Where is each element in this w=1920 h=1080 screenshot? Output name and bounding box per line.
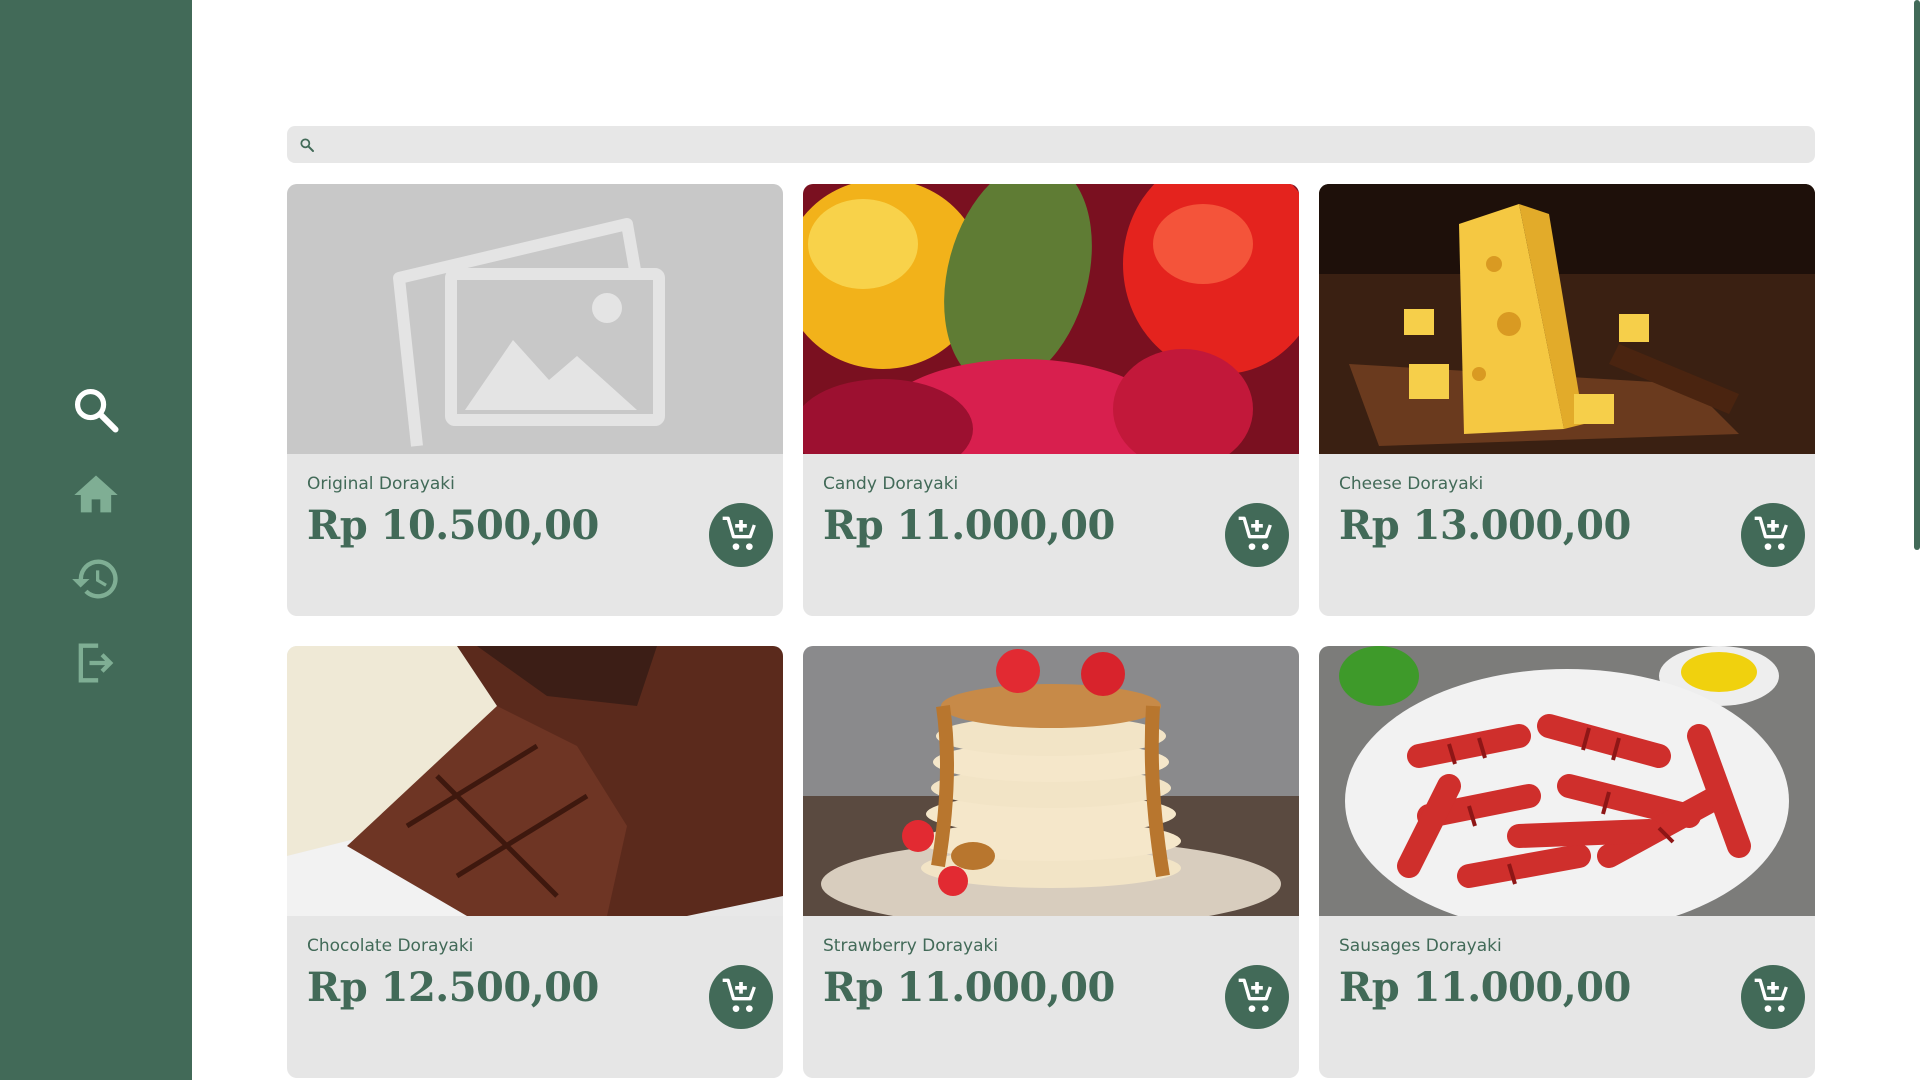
add-cart-icon [722, 516, 756, 550]
add-to-cart-button[interactable] [709, 503, 773, 567]
product-card[interactable]: Sausages Dorayaki Rp 11.000,00 [1319, 646, 1815, 1078]
sidebar-item-logout[interactable] [70, 637, 122, 689]
product-card[interactable]: Chocolate Dorayaki Rp 12.500,00 [287, 646, 783, 1078]
product-image [287, 646, 783, 916]
search-icon [74, 388, 119, 433]
add-to-cart-button[interactable] [1741, 503, 1805, 567]
logout-icon [78, 643, 114, 683]
add-to-cart-button[interactable] [1741, 965, 1805, 1029]
product-image [803, 646, 1299, 916]
history-icon [72, 559, 118, 599]
search-bar[interactable] [287, 126, 1815, 163]
product-price: Rp 11.000,00 [1339, 964, 1631, 1011]
sausages-photo [1319, 646, 1815, 916]
add-cart-icon [1754, 516, 1788, 550]
sidebar [0, 0, 192, 1080]
product-name: Sausages Dorayaki [1339, 936, 1502, 956]
product-price: Rp 13.000,00 [1339, 502, 1631, 549]
placeholder-image-icon [287, 184, 783, 454]
product-image [803, 184, 1299, 454]
cheese-photo [1319, 184, 1815, 454]
product-name: Strawberry Dorayaki [823, 936, 999, 956]
product-name: Candy Dorayaki [823, 474, 959, 494]
product-card[interactable]: Cheese Dorayaki Rp 13.000,00 [1319, 184, 1815, 616]
sidebar-item-history[interactable] [70, 553, 122, 605]
product-image [287, 184, 783, 454]
product-image [1319, 184, 1815, 454]
add-to-cart-button[interactable] [1225, 503, 1289, 567]
product-card[interactable]: Strawberry Dorayaki Rp 11.000,00 [803, 646, 1299, 1078]
search-input[interactable] [315, 126, 1815, 163]
add-cart-icon [1238, 978, 1272, 1012]
product-price: Rp 12.500,00 [307, 964, 599, 1011]
candy-photo [803, 184, 1299, 454]
product-name: Cheese Dorayaki [1339, 474, 1484, 494]
product-price: Rp 11.000,00 [823, 964, 1115, 1011]
product-price: Rp 10.500,00 [307, 502, 599, 549]
main-content: Original Dorayaki Rp 10.500,00 Candy Dor… [192, 0, 1920, 1080]
product-card[interactable]: Candy Dorayaki Rp 11.000,00 [803, 184, 1299, 616]
product-price: Rp 11.000,00 [823, 502, 1115, 549]
scrollbar[interactable] [1914, 0, 1920, 550]
add-to-cart-button[interactable] [1225, 965, 1289, 1029]
add-cart-icon [1238, 516, 1272, 550]
pancake-photo [803, 646, 1299, 916]
add-cart-icon [1754, 978, 1788, 1012]
sidebar-item-search[interactable] [70, 384, 122, 436]
add-to-cart-button[interactable] [709, 965, 773, 1029]
search-icon [300, 137, 314, 152]
home-icon [74, 475, 118, 513]
chocolate-photo [287, 646, 783, 916]
product-card[interactable]: Original Dorayaki Rp 10.500,00 [287, 184, 783, 616]
product-name: Original Dorayaki [307, 474, 455, 494]
product-name: Chocolate Dorayaki [307, 936, 474, 956]
product-image [1319, 646, 1815, 916]
sidebar-item-home[interactable] [70, 469, 122, 521]
add-cart-icon [722, 978, 756, 1012]
